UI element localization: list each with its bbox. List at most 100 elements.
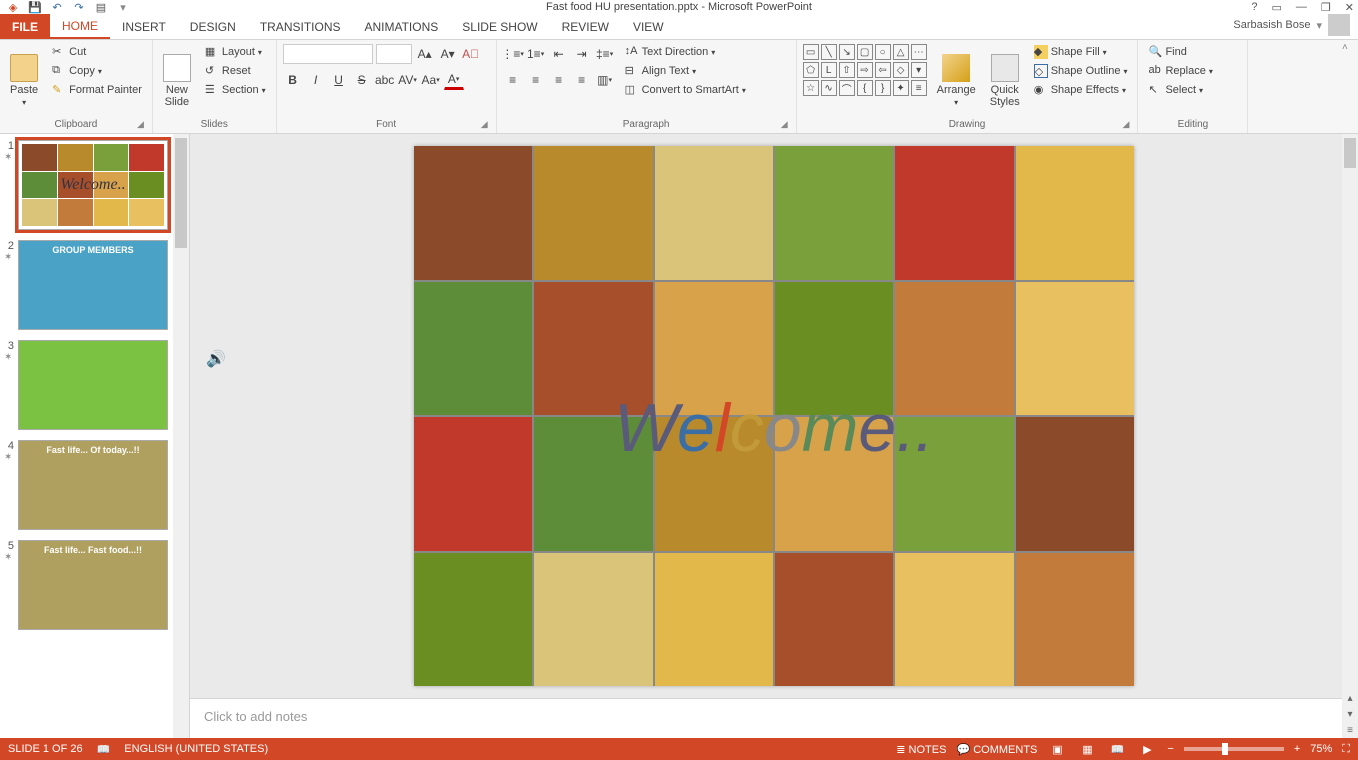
undo-icon[interactable]: ↶ [50,0,64,14]
underline-button[interactable]: U [329,70,349,90]
qat-customize-icon[interactable]: ▾ [116,0,130,14]
tab-insert[interactable]: INSERT [110,14,178,39]
start-from-beginning-icon[interactable]: ▤ [94,0,108,14]
thumbnail-slide[interactable]: 2✶GROUP MEMBERS [4,240,189,330]
bold-button[interactable]: B [283,70,303,90]
thumbnail-image[interactable]: Fast life... Fast food...!! [18,540,168,630]
close-icon[interactable]: ✕ [1345,1,1354,14]
notes-toggle[interactable]: ≣ NOTES [896,743,946,756]
font-color-button[interactable]: A▾ [444,70,464,90]
italic-button[interactable]: I [306,70,326,90]
align-right-button[interactable]: ≡ [549,70,569,90]
minimize-icon[interactable]: — [1296,1,1307,14]
text-direction-button[interactable]: ↕AText Direction▾ [621,44,750,60]
zoom-out-icon[interactable]: − [1167,743,1173,755]
drawing-dialog-icon[interactable]: ◢ [1123,119,1130,130]
select-button[interactable]: ↖Select▾ [1144,82,1216,98]
reset-button[interactable]: ↺Reset [201,63,270,79]
columns-button[interactable]: ▥▾ [595,70,615,90]
zoom-slider[interactable] [1184,747,1284,751]
language-indicator[interactable]: ENGLISH (UNITED STATES) [124,743,268,755]
font-size-input[interactable] [376,44,412,64]
slideshow-view-icon[interactable]: ▶ [1137,741,1157,757]
shape-effects-button[interactable]: ◉Shape Effects▾ [1030,82,1132,98]
thumbnail-slide[interactable]: 1✶ Welcome.. [4,140,189,230]
next-slide-icon[interactable]: ▾ [1342,706,1358,722]
slide-canvas[interactable]: Welcome.. [414,146,1134,686]
arrange-button[interactable]: Arrange▾ [933,44,980,117]
slide-sorter-icon[interactable]: ▦ [1077,741,1097,757]
align-left-button[interactable]: ≡ [503,70,523,90]
collapse-ribbon-icon[interactable]: ˄ [1342,42,1356,56]
replace-button[interactable]: abReplace▾ [1144,63,1216,79]
layout-button[interactable]: ▦Layout▾ [201,44,270,60]
thumbnail-slide[interactable]: 4✶Fast life... Of today...!! [4,440,189,530]
nav-menu-icon[interactable]: ≡ [1342,722,1358,738]
bullets-button[interactable]: ⋮≡▾ [503,44,523,64]
spellcheck-icon[interactable]: 📖 [97,743,111,756]
font-name-input[interactable] [283,44,373,64]
comments-toggle[interactable]: 💬 COMMENTS [956,743,1037,756]
thumbnail-slide[interactable]: 3✶ [4,340,189,430]
char-spacing-button[interactable]: AV▾ [398,70,418,90]
align-text-button[interactable]: ⊟Align Text▾ [621,63,750,79]
text-shadow-button[interactable]: abc [375,70,395,90]
tab-transitions[interactable]: TRANSITIONS [248,14,353,39]
restore-icon[interactable]: ❐ [1321,1,1331,14]
clear-formatting-icon[interactable]: A⃠ [461,44,481,64]
font-dialog-icon[interactable]: ◢ [481,119,488,130]
strikethrough-button[interactable]: S [352,70,372,90]
thumbnail-image[interactable]: Fast life... Of today...!! [18,440,168,530]
copy-button[interactable]: ⧉Copy▾ [48,63,146,79]
convert-smartart-button[interactable]: ◫Convert to SmartArt▾ [621,82,750,98]
zoom-in-icon[interactable]: + [1294,743,1300,755]
editor-scrollbar[interactable]: ▴ ▾ ≡ [1342,134,1358,738]
thumbnail-slide[interactable]: 5✶Fast life... Fast food...!! [4,540,189,630]
increase-font-icon[interactable]: A▴ [415,44,435,64]
shape-fill-button[interactable]: ◆Shape Fill▾ [1030,44,1132,60]
slide-indicator[interactable]: SLIDE 1 OF 26 [8,743,83,755]
find-button[interactable]: 🔍Find [1144,44,1216,60]
ribbon-display-icon[interactable]: ▭ [1272,1,1282,14]
help-icon[interactable]: ? [1251,1,1257,14]
tab-slideshow[interactable]: SLIDE SHOW [450,14,549,39]
clipboard-dialog-icon[interactable]: ◢ [137,119,144,130]
new-slide-button[interactable]: New Slide [159,44,195,117]
numbering-button[interactable]: 1≡▾ [526,44,546,64]
tab-file[interactable]: FILE [0,14,50,39]
tab-view[interactable]: VIEW [621,14,676,39]
paragraph-dialog-icon[interactable]: ◢ [781,119,788,130]
increase-indent-button[interactable]: ⇥ [572,44,592,64]
line-spacing-button[interactable]: ‡≡▾ [595,44,615,64]
tab-home[interactable]: HOME [50,14,110,39]
fit-to-window-icon[interactable]: ⛶ [1342,743,1350,756]
decrease-indent-button[interactable]: ⇤ [549,44,569,64]
thumbnail-image[interactable] [18,340,168,430]
decrease-font-icon[interactable]: A▾ [438,44,458,64]
reading-view-icon[interactable]: 📖 [1107,741,1127,757]
slide-thumbnails-pane[interactable]: 1✶ Welcome.. 2✶GROUP MEMBERS 3✶ 4✶Fast life… [0,134,190,738]
notes-pane[interactable]: Click to add notes [190,698,1358,738]
paste-button[interactable]: Paste ▾ [6,44,42,117]
welcome-title[interactable]: Welcome.. [414,389,1134,468]
cut-button[interactable]: ✂Cut [48,44,146,60]
prev-slide-icon[interactable]: ▴ [1342,690,1358,706]
align-center-button[interactable]: ≡ [526,70,546,90]
thumbnail-image[interactable]: Welcome.. [18,140,168,230]
tab-design[interactable]: DESIGN [178,14,248,39]
account-area[interactable]: Sarbasish Bose ▾ [1233,14,1350,36]
thumbnail-image[interactable]: GROUP MEMBERS [18,240,168,330]
zoom-level[interactable]: 75% [1310,743,1332,755]
justify-button[interactable]: ≡ [572,70,592,90]
shapes-gallery[interactable]: ▭╲↘▢○△⋯ ⬠L⇧⇨⇦◇▾ ☆∿⌒{}✦≡ [803,44,927,117]
audio-icon[interactable]: 🔊 [206,349,222,365]
format-painter-button[interactable]: ✎Format Painter [48,82,146,98]
section-button[interactable]: ☰Section▾ [201,82,270,98]
quick-styles-button[interactable]: Quick Styles [986,44,1024,117]
tab-animations[interactable]: ANIMATIONS [352,14,450,39]
shape-outline-button[interactable]: ◇Shape Outline▾ [1030,63,1132,79]
redo-icon[interactable]: ↷ [72,0,86,14]
normal-view-icon[interactable]: ▣ [1047,741,1067,757]
thumbnails-scrollbar[interactable] [173,134,189,738]
save-icon[interactable]: 💾 [28,0,42,14]
